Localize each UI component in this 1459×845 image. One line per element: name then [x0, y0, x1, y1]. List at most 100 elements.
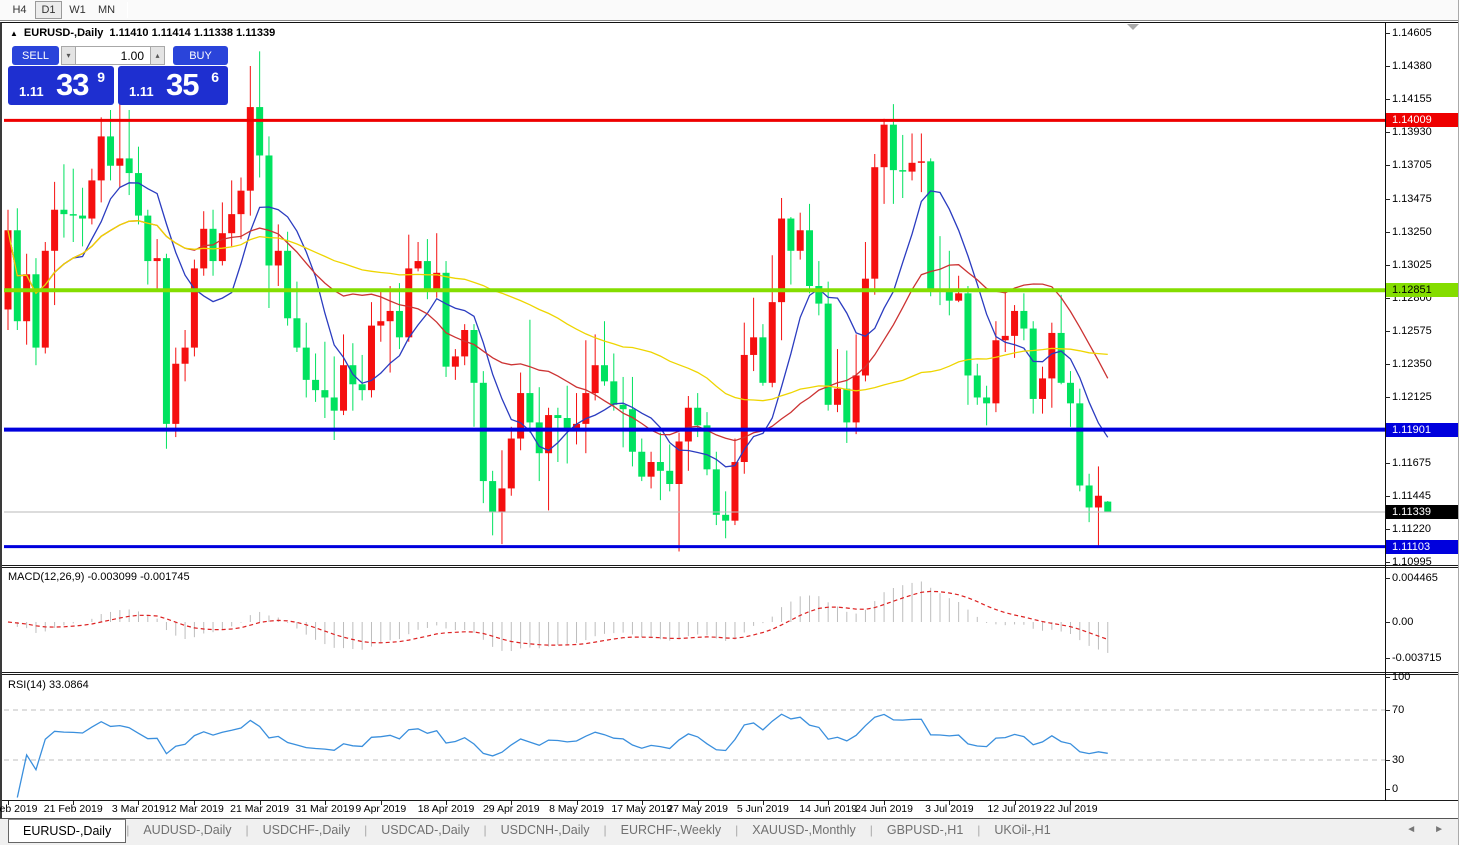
sell-price-box[interactable]: 1.11 33 9 — [8, 66, 114, 105]
date-axis-label: 9 Apr 2019 — [355, 803, 406, 815]
rsi-axis-tick — [1385, 789, 1390, 790]
rsi-axis-tick — [1385, 760, 1390, 761]
sell-price-prefix: 1.11 — [19, 84, 44, 99]
macd-axis-tick — [1385, 658, 1390, 659]
timeframe-button-h4[interactable]: H4 — [6, 1, 33, 19]
price-axis-tick — [1385, 397, 1390, 398]
price-axis-tick — [1385, 496, 1390, 497]
symbol-title: EURUSD-,Daily — [24, 27, 103, 39]
date-axis-label: 12 Mar 2019 — [165, 803, 224, 815]
chart-tab-usdchf-daily[interactable]: USDCHF-,Daily — [249, 820, 365, 842]
macd-axis-tick — [1385, 578, 1390, 579]
price-axis-label: 1.13025 — [1392, 258, 1458, 272]
price-axis-label: 1.11220 — [1392, 522, 1458, 536]
tab-scroll-arrows: ◄ ► — [1406, 824, 1444, 835]
date-axis-label: 18 Apr 2019 — [418, 803, 475, 815]
price-axis-label: 1.14605 — [1392, 26, 1458, 40]
price-axis-label: 1.12350 — [1392, 357, 1458, 371]
rsi-axis-label: 70 — [1392, 703, 1458, 717]
level-price-chip: 1.14009 — [1386, 113, 1459, 127]
chart-tab-usdcad-daily[interactable]: USDCAD-,Daily — [367, 820, 483, 842]
volume-decrease-icon[interactable]: ▾ — [61, 46, 76, 65]
macd-label: MACD(12,26,9) -0.003099 -0.001745 — [8, 571, 190, 583]
one-click-trading-panel: SELL ▾ 1.00 ▴ BUY 1.11 33 9 1.11 35 6 — [8, 45, 228, 105]
price-axis-label: 1.10995 — [1392, 555, 1458, 569]
chart-tab-eurusd-daily[interactable]: EURUSD-,Daily — [8, 819, 126, 843]
price-axis-tick — [1385, 33, 1390, 34]
price-axis-tick — [1385, 165, 1390, 166]
sell-button[interactable]: SELL — [12, 46, 59, 65]
ohlc-values: 1.11410 1.11414 1.11338 1.11339 — [109, 27, 275, 39]
price-axis-tick — [1385, 529, 1390, 530]
price-axis-tick — [1385, 562, 1390, 563]
chart-tab-xauusd-monthly[interactable]: XAUUSD-,Monthly — [738, 820, 870, 842]
price-axis-tick — [1385, 298, 1390, 299]
price-axis-label: 1.14380 — [1392, 59, 1458, 73]
chart-tab-gbpusd-h1[interactable]: GBPUSD-,H1 — [873, 820, 977, 842]
date-axis-label: 3 Jul 2019 — [925, 803, 973, 815]
date-axis-label: 12 Jul 2019 — [987, 803, 1041, 815]
panel-separator[interactable] — [2, 565, 1459, 566]
rsi-panel-chart[interactable] — [4, 675, 1385, 799]
chart-tab-ukoil-h1[interactable]: UKOil-,H1 — [980, 820, 1064, 842]
chart-tab-audusd-daily[interactable]: AUDUSD-,Daily — [129, 820, 245, 842]
macd-panel-chart[interactable] — [4, 568, 1385, 672]
buy-button[interactable]: BUY — [173, 46, 228, 65]
tab-scroll-right-icon[interactable]: ► — [1434, 824, 1444, 835]
macd-axis-label: 0.00 — [1392, 615, 1458, 629]
price-axis-label: 1.12575 — [1392, 324, 1458, 338]
price-axis-tick — [1385, 265, 1390, 266]
collapse-triangle-icon[interactable]: ▲ — [10, 28, 18, 39]
volume-increase-icon[interactable]: ▴ — [150, 46, 165, 65]
price-axis-tick — [1385, 99, 1390, 100]
chart-tab-usdcnh-daily[interactable]: USDCNH-,Daily — [487, 820, 604, 842]
timeframe-button-mn[interactable]: MN — [93, 1, 120, 19]
price-axis-label: 1.11445 — [1392, 489, 1458, 503]
date-axis-label: 31 Mar 2019 — [295, 803, 354, 815]
date-axis-label: 21 Feb 2019 — [44, 803, 103, 815]
date-axis-label: 8 May 2019 — [549, 803, 604, 815]
price-axis-tick — [1385, 364, 1390, 365]
price-axis-tick — [1385, 66, 1390, 67]
rsi-label: RSI(14) 33.0864 — [8, 679, 89, 691]
level-price-chip: 1.11103 — [1386, 540, 1459, 554]
date-axis-label: 12 Feb 2019 — [0, 803, 37, 815]
volume-stepper: ▾ 1.00 ▴ — [61, 46, 165, 65]
date-axis-label: 14 Jun 2019 — [799, 803, 857, 815]
price-axis-tick — [1385, 232, 1390, 233]
chart-title: ▲ EURUSD-,Daily 1.11410 1.11414 1.11338 … — [10, 27, 275, 39]
macd-axis-tick — [1385, 622, 1390, 623]
price-axis-tick — [1385, 199, 1390, 200]
rsi-axis-tick — [1385, 677, 1390, 678]
toolbar-separator — [127, 2, 128, 18]
price-axis-label: 1.13475 — [1392, 192, 1458, 206]
time-axis-line — [2, 800, 1459, 801]
price-axis-label: 1.12125 — [1392, 390, 1458, 404]
price-axis-label: 1.14155 — [1392, 92, 1458, 106]
date-axis-label: 21 Mar 2019 — [230, 803, 289, 815]
date-axis-label: 29 Apr 2019 — [483, 803, 540, 815]
sell-price-pip: 9 — [97, 69, 105, 85]
date-axis-label: 5 Jun 2019 — [737, 803, 789, 815]
panel-separator — [2, 567, 1459, 568]
price-axis-label: 1.13705 — [1392, 158, 1458, 172]
macd-axis-label: 0.004465 — [1392, 571, 1458, 585]
current-price-chip: 1.11339 — [1386, 505, 1459, 519]
rsi-axis-tick — [1385, 710, 1390, 711]
price-axis-label: 1.11675 — [1392, 456, 1458, 470]
timeframe-button-d1[interactable]: D1 — [35, 1, 62, 19]
tab-scroll-left-icon[interactable]: ◄ — [1406, 824, 1416, 835]
chart-tab-eurchf-weekly[interactable]: EURCHF-,Weekly — [607, 820, 735, 842]
panel-separator[interactable] — [2, 672, 1459, 673]
buy-price-box[interactable]: 1.11 35 6 — [118, 66, 228, 105]
price-axis-tick — [1385, 463, 1390, 464]
panel-separator — [2, 674, 1459, 675]
level-price-chip: 1.11901 — [1386, 423, 1459, 437]
symbol-tab-bar: EURUSD-,Daily|AUDUSD-,Daily|USDCHF-,Dail… — [0, 818, 1459, 845]
buy-price-prefix: 1.11 — [129, 84, 154, 99]
timeframe-button-w1[interactable]: W1 — [64, 1, 91, 19]
date-axis-label: 27 May 2019 — [667, 803, 728, 815]
date-axis-label: 3 Mar 2019 — [112, 803, 165, 815]
volume-input[interactable]: 1.00 — [76, 46, 150, 65]
price-axis-border — [1385, 22, 1386, 801]
